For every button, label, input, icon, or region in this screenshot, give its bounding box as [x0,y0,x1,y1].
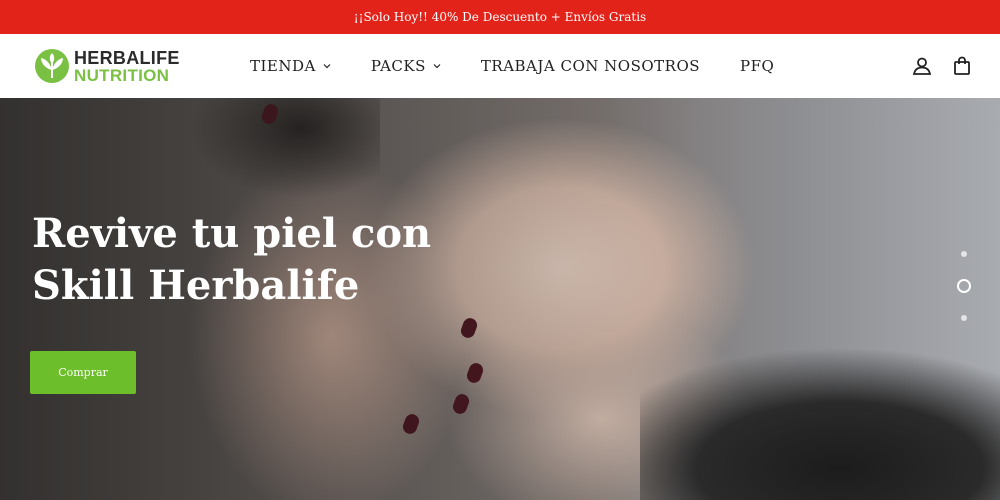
hero-title: Revive tu piel con Skill Herbalife [32,208,452,312]
cart-icon[interactable] [950,54,974,78]
hero-title-line2: Skill Herbalife [32,262,360,309]
nav-item-packs[interactable]: PACKS [371,34,441,98]
logo-line1: HERBALIFE [74,47,180,68]
main-nav: TIENDA PACKS TRABAJA CON NOSOTROS PFQ [250,34,814,98]
header-icons [894,34,974,98]
slide-dot-2-active[interactable] [957,279,971,293]
brand-logo[interactable]: HERBALIFE NUTRITION [34,46,206,86]
slider-pagination [950,246,980,326]
slide-dot-1[interactable] [961,251,967,257]
account-icon[interactable] [910,54,934,78]
nav-item-label: PACKS [370,57,426,75]
nav-item-trabaja[interactable]: TRABAJA CON NOSOTROS [481,34,700,98]
nav-item-label: PFQ [740,57,775,75]
comprar-button[interactable]: Comprar [30,351,136,394]
chevron-down-icon [323,64,331,69]
nav-item-label: TRABAJA CON NOSOTROS [480,57,701,75]
hero-title-line1: Revive tu piel con [32,210,432,257]
nav-item-tienda[interactable]: TIENDA [250,34,331,98]
logo-line2: NUTRITION [74,65,170,85]
hero-banner: Revive tu piel con Skill Herbalife Compr… [0,98,1000,500]
site-header: HERBALIFE NUTRITION TIENDA PACKS TRABAJA… [0,34,1000,98]
nav-item-pfq[interactable]: PFQ [740,34,774,98]
slide-dot-3[interactable] [961,315,967,321]
nav-item-label: TIENDA [250,57,316,75]
announcement-bar: ¡¡Solo Hoy!! 40% De Descuento + Envíos G… [0,0,1000,34]
announcement-text: ¡¡Solo Hoy!! 40% De Descuento + Envíos G… [353,10,647,24]
leaf-logo-icon [35,49,69,83]
chevron-down-icon [433,64,441,69]
